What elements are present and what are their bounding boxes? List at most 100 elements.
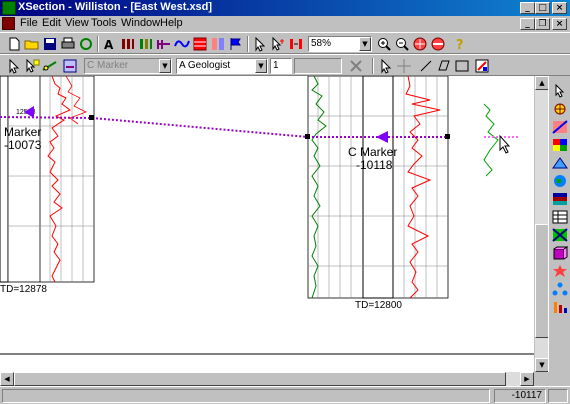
chevron-down-icon[interactable]: ▼ [255, 59, 267, 73]
menu-view[interactable]: View [65, 17, 89, 29]
menu-help[interactable]: Help [160, 17, 183, 29]
number-input-value: 1 [273, 60, 279, 71]
wells-icon[interactable] [138, 36, 154, 52]
columns-icon[interactable] [210, 36, 226, 52]
far-right-gamma-curve [483, 103, 499, 177]
left-well[interactable] [0, 76, 95, 283]
tops-icon[interactable] [156, 36, 172, 52]
menu-tools[interactable]: Tools [91, 17, 117, 29]
new-file-icon[interactable] [6, 36, 22, 52]
color-fill-icon[interactable] [474, 58, 490, 74]
scroll-up-arrow-icon[interactable]: ▲ [535, 76, 549, 90]
document-icon[interactable] [2, 17, 15, 30]
zoom-width-icon[interactable] [430, 36, 446, 52]
minimize-button[interactable]: _ [520, 2, 535, 14]
status-message-panel [2, 389, 490, 403]
surface-icon[interactable] [552, 156, 568, 170]
menu-file[interactable]: File [20, 17, 38, 29]
draw-correlation-icon[interactable] [42, 58, 58, 74]
pointer-add-icon[interactable] [270, 36, 286, 52]
vertical-scroll-thumb[interactable] [535, 224, 549, 338]
maximize-button[interactable]: □ [535, 2, 550, 14]
print-icon[interactable] [60, 36, 76, 52]
tool-palette [548, 76, 570, 372]
marker-properties-icon[interactable] [62, 58, 78, 74]
flag-icon[interactable] [228, 36, 244, 52]
horizontal-scroll-thumb[interactable] [14, 372, 506, 386]
menu-edit[interactable]: Edit [42, 17, 61, 29]
geologist-select-value: A Geologist [179, 60, 231, 71]
horizontal-scrollbar[interactable]: ◀ ▶ [0, 372, 534, 386]
polygon-tool-icon[interactable] [436, 58, 452, 74]
status-bar: -10117 [0, 386, 570, 404]
globe-icon[interactable] [552, 174, 568, 188]
main-toolbar: A 58% ▼ ? [0, 32, 570, 54]
layers-icon[interactable] [552, 192, 568, 206]
cube-icon[interactable] [552, 246, 568, 260]
mouse-cursor-icon [499, 134, 511, 154]
right-well-td-label: TD=12800 [355, 300, 402, 311]
correlation-node[interactable] [305, 134, 310, 139]
vertical-scrollbar[interactable]: ▲ ▼ [534, 76, 549, 372]
zoom-in-icon[interactable] [376, 36, 392, 52]
open-folder-icon[interactable] [24, 36, 40, 52]
cross-section-canvas[interactable]: 12538 TD=12878 TD=12800 [0, 76, 534, 372]
marker-select-value: C Marker [87, 60, 129, 71]
cancel-icon[interactable] [348, 58, 364, 74]
marker-toolbar: C Marker ▼ A Geologist ▼ 1 [0, 54, 570, 76]
mdi-minimize-button[interactable]: _ [520, 18, 535, 30]
correlation-node[interactable] [89, 115, 94, 120]
chevron-down-icon[interactable]: ▼ [159, 59, 171, 73]
scroll-left-arrow-icon[interactable]: ◀ [0, 372, 14, 386]
curve-icon[interactable] [174, 36, 190, 52]
chevron-down-icon[interactable]: ▼ [359, 37, 371, 51]
zoom-out-icon[interactable] [394, 36, 410, 52]
nodes-icon[interactable] [552, 282, 568, 296]
menu-window[interactable]: Window [121, 17, 160, 29]
right-well[interactable] [307, 76, 449, 299]
correlation-node[interactable] [445, 134, 450, 139]
scroll-down-arrow-icon[interactable]: ▼ [535, 358, 549, 372]
fill-pattern-icon[interactable] [552, 138, 568, 152]
geologist-select[interactable]: A Geologist ▼ [176, 58, 268, 74]
text-icon[interactable]: A [102, 36, 118, 52]
mdi-close-button[interactable]: × [552, 18, 567, 30]
refresh-icon[interactable] [78, 36, 94, 52]
line-tool-icon[interactable] [418, 58, 434, 74]
zoom-combo[interactable]: 58% ▼ [308, 36, 372, 52]
save-icon[interactable] [42, 36, 58, 52]
map-grid-icon[interactable] [552, 228, 568, 242]
close-button[interactable]: × [552, 2, 567, 14]
move-icon[interactable] [396, 58, 412, 74]
table-icon[interactable] [552, 210, 568, 224]
menu-bar: File Edit View Tools Window Help _ ❐ × [0, 16, 570, 32]
chart-icon[interactable] [552, 300, 568, 314]
star-icon[interactable] [552, 264, 568, 278]
zoom-fit-icon[interactable] [412, 36, 428, 52]
depth-readout: -10117 [494, 389, 546, 403]
left-well-td-label: TD=12878 [0, 284, 47, 295]
far-right-well[interactable] [483, 103, 499, 177]
grid-icon[interactable] [192, 36, 208, 52]
well-spacing-icon[interactable] [288, 36, 304, 52]
pick-marker-icon[interactable] [24, 58, 40, 74]
select-icon[interactable] [552, 84, 568, 98]
help-icon[interactable]: ? [452, 36, 468, 53]
title-bar: XSection - Williston - [East West.xsd] _… [0, 0, 570, 16]
left-marker-depth: -10073 [4, 138, 42, 152]
correlation-line[interactable] [91, 117, 309, 138]
well-bars-icon[interactable] [120, 36, 136, 52]
pattern-icon[interactable] [552, 120, 568, 134]
rectangle-tool-icon[interactable] [454, 58, 470, 74]
mdi-restore-button[interactable]: ❐ [535, 18, 550, 30]
arrow-select-icon[interactable] [378, 58, 394, 74]
target-icon[interactable] [552, 102, 568, 116]
pointer-icon[interactable] [252, 36, 268, 52]
marker-select[interactable]: C Marker ▼ [84, 58, 172, 74]
zoom-value: 58% [311, 38, 332, 49]
number-input[interactable]: 1 [270, 58, 292, 74]
select-arrow-icon[interactable] [6, 58, 22, 74]
scroll-right-arrow-icon[interactable]: ▶ [520, 372, 534, 386]
right-marker-name: C Marker [348, 145, 397, 159]
app-icon[interactable] [2, 1, 16, 15]
